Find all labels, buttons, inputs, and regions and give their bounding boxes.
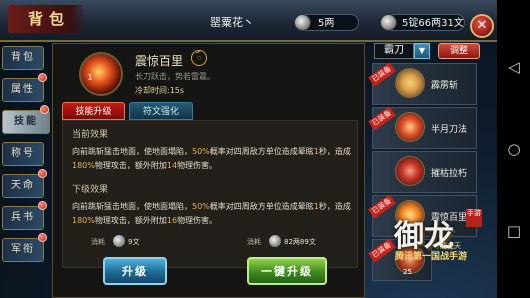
tab-label: 称号 <box>11 148 35 159</box>
effect-text: 秒，造成 <box>318 202 351 211</box>
notification-dot <box>38 201 47 210</box>
silver-amount: 5两 <box>318 18 335 29</box>
effect-text: 概率对四周敌方单位造成晕眩 <box>209 147 314 156</box>
skill-level-badge: 1 <box>87 73 93 82</box>
notification-dot <box>40 105 49 114</box>
chevron-down-icon[interactable]: ▼ <box>414 43 430 59</box>
tab-label: 背包 <box>11 52 35 63</box>
effect-value: 16 <box>166 216 178 225</box>
logo-subtitle: 龍在天 <box>440 242 461 250</box>
silver-coin-icon <box>294 14 311 31</box>
equipped-badge: 已装备 <box>368 62 396 87</box>
effect-text: 物理伤害。 <box>177 161 218 170</box>
close-button[interactable]: ✕ <box>470 14 494 38</box>
weapon-select[interactable]: 霸刀 <box>374 43 414 59</box>
tab-title[interactable]: 称号 <box>2 142 44 166</box>
current-effect-text: 向前跳斩猛击地面，使地面塌陷，50%概率对四周敌方单位造成晕眩1秒，造成180%… <box>72 145 354 173</box>
tab-label: 属性 <box>11 84 35 95</box>
notification-dot <box>38 233 47 242</box>
skill-slot[interactable]: 摧枯拉朽 <box>372 151 477 193</box>
recent-apps-icon[interactable]: □ <box>505 222 523 240</box>
skill-type-icon: ꪸ <box>191 50 207 66</box>
effect-text: 秒，造成 <box>318 147 351 156</box>
equipped-badge: 已装备 <box>368 106 396 131</box>
effect-value: 50% <box>192 147 210 156</box>
tab-bag[interactable]: 背包 <box>2 46 44 70</box>
home-icon[interactable]: ○ <box>505 140 523 158</box>
effect-text: 物理攻击，额外附加 <box>94 161 167 170</box>
skill-slot-icon <box>395 156 425 186</box>
one-key-upgrade-button[interactable]: 一键升级 <box>247 257 327 285</box>
effect-text: 物理攻击，额外附加 <box>94 216 167 225</box>
effect-text: 概率对四周敌方单位造成晕眩 <box>209 202 314 211</box>
cost-value-left: 9文 <box>128 238 140 246</box>
skill-slot-level: 25 <box>403 268 412 276</box>
skill-slot-name: 半月刀法 <box>431 125 468 135</box>
cost-label-left: 消耗 <box>91 238 105 246</box>
coin-icon <box>269 235 281 247</box>
gold-coin-icon <box>380 14 397 31</box>
skill-slot-column: 霸刀 ▼ 调整 霹雳斩 已装备 半月刀法 已装备 摧枯拉朽 震惊百里 已装备 已… <box>368 43 495 298</box>
skill-detail-panel: 1 震惊百里 ꪸ 长刀跃击，势若雷霆。 冷却时间:15s 技能升级 符文强化 当… <box>52 43 365 298</box>
coin-icon <box>113 235 125 247</box>
game-window: 背包 罂粟花丶 5两 5锭66两31文 ✕ 背包 属性 技能 称号 天命 兵书 … <box>0 0 497 298</box>
effect-value: 180% <box>72 216 95 225</box>
next-effect-title: 下级效果 <box>72 185 109 195</box>
effect-text: 物理伤害。 <box>177 216 218 225</box>
cost-value-right: 82两89文 <box>284 238 316 246</box>
equipped-badge: 已装备 <box>368 194 396 219</box>
gold-amount: 5锭66两31文 <box>402 18 464 29</box>
effect-text: 向前跳斩猛击地面，使地面塌陷， <box>72 147 192 156</box>
gold-currency: 5锭66两31文 <box>380 14 465 31</box>
tab-attributes[interactable]: 属性 <box>2 78 44 102</box>
skill-name: 震惊百里 <box>135 54 184 68</box>
effect-value: 14 <box>166 161 178 170</box>
skill-slot[interactable]: 半月刀法 已装备 <box>368 106 477 149</box>
tab-rune-enhance[interactable]: 符文强化 <box>129 102 193 120</box>
tab-destiny[interactable]: 天命 <box>2 174 44 198</box>
skill-slot-icon <box>395 68 425 98</box>
skill-description: 长刀跃击，势若雷霆。 <box>135 72 215 81</box>
equipped-badge: 已装备 <box>368 238 396 263</box>
upgrade-button[interactable]: 升级 <box>103 257 167 285</box>
effect-text: 向前跳斩猛击地面，使地面塌陷， <box>72 202 192 211</box>
silver-currency: 5两 <box>294 14 359 31</box>
skill-slot-name: 霹雳斩 <box>431 81 459 91</box>
tab-label: 技能 <box>14 116 38 127</box>
player-name: 罂粟花丶 <box>210 16 254 29</box>
effect-value: 50% <box>192 202 210 211</box>
skill-slot[interactable]: 霹雳斩 已装备 <box>368 62 477 105</box>
skill-slot-name: 摧枯拉朽 <box>431 169 468 179</box>
skill-cooldown: 冷却时间:15s <box>135 86 185 95</box>
tab-military-book[interactable]: 兵书 <box>2 206 44 230</box>
back-icon[interactable]: ◁ <box>505 58 523 76</box>
tab-label: 军衔 <box>11 244 35 255</box>
effect-value: 180% <box>72 161 95 170</box>
cost-label-right: 消耗 <box>247 238 261 246</box>
notification-dot <box>38 169 47 178</box>
tab-label: 天命 <box>11 180 35 191</box>
tab-skill-upgrade[interactable]: 技能升级 <box>62 102 125 120</box>
android-nav-bar: ◁ ○ □ <box>497 0 530 298</box>
adjust-button[interactable]: 调整 <box>438 43 480 59</box>
top-bar: 背包 罂粟花丶 5两 5锭66两31文 ✕ <box>0 0 497 42</box>
tab-rank[interactable]: 军衔 <box>2 238 44 262</box>
current-effect-title: 当前效果 <box>72 130 109 140</box>
skill-slot-icon <box>395 112 425 142</box>
next-effect-text: 向前跳斩猛击地面，使地面塌陷，50%概率对四周敌方单位造成晕眩1秒，造成180%… <box>72 200 354 228</box>
logo-seal: 手游 <box>466 209 482 227</box>
tab-label: 兵书 <box>11 212 35 223</box>
page-title: 背包 <box>8 5 86 33</box>
notification-dot <box>38 73 47 82</box>
